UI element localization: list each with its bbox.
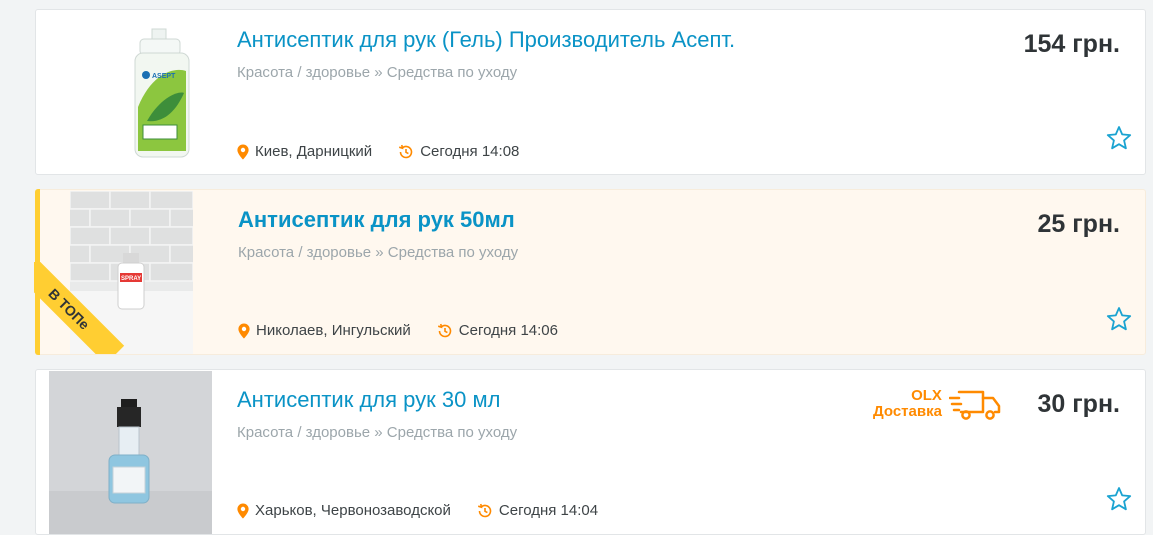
listing-time: Сегодня 14:04 — [498, 502, 599, 519]
map-pin-icon — [236, 144, 250, 160]
listing-card[interactable]: Антисептик для рук 30 мл Красота / здоро… — [35, 369, 1146, 535]
map-pin-icon — [237, 323, 251, 339]
listing-price: 154 грн. — [1023, 30, 1120, 58]
listing-category[interactable]: Красота / здоровье » Средства по уходу — [237, 64, 517, 81]
listing-meta: Николаев, Ингульский Сегодня 14:06 — [237, 322, 558, 339]
favorite-star-icon[interactable] — [1106, 306, 1132, 332]
listing-title[interactable]: Антисептик для рук 30 мл — [237, 387, 500, 413]
listing-thumbnail[interactable] — [49, 371, 212, 534]
delivery-line-2: Доставка — [873, 403, 942, 420]
listing-time: Сегодня 14:06 — [458, 322, 558, 339]
delivery-truck-icon — [948, 386, 1003, 422]
listing-thumbnail[interactable]: SPRAY — [70, 191, 193, 354]
listing-location: Киев, Дарницкий — [255, 143, 373, 160]
listing-location: Николаев, Ингульский — [256, 322, 411, 339]
listing-meta: Харьков, Червонозаводской Сегодня 14:04 — [236, 502, 598, 519]
listing-title[interactable]: Антисептик для рук (Гель) Производитель … — [237, 27, 735, 53]
clock-history-icon — [398, 144, 414, 160]
listing-title[interactable]: Антисептик для рук 50мл — [238, 207, 515, 233]
listing-time: Сегодня 14:08 — [420, 143, 520, 160]
olx-delivery-badge: OLX Доставка — [873, 386, 1003, 422]
top-stripe — [35, 189, 40, 355]
clock-history-icon — [437, 323, 453, 339]
favorite-star-icon[interactable] — [1106, 486, 1132, 512]
listing-card[interactable]: ASEPT Антисептик для рук (Гель) Производ… — [35, 9, 1146, 175]
product-label: SPRAY — [121, 276, 141, 282]
map-pin-icon — [236, 503, 250, 519]
delivery-line-1: OLX — [911, 387, 942, 404]
listing-category[interactable]: Красота / здоровье » Средства по уходу — [237, 424, 517, 441]
listing-category[interactable]: Красота / здоровье » Средства по уходу — [238, 244, 518, 261]
listing-card-top[interactable]: SPRAY В ТОПе Антисептик для рук 50мл Кра… — [34, 189, 1146, 355]
clock-history-icon — [477, 503, 493, 519]
listing-price: 30 грн. — [1037, 390, 1120, 418]
product-label: ASEPT — [152, 73, 176, 80]
listing-thumbnail[interactable]: ASEPT — [72, 11, 223, 174]
listing-price: 25 грн. — [1037, 210, 1120, 238]
favorite-star-icon[interactable] — [1106, 125, 1132, 151]
listing-location: Харьков, Червонозаводской — [255, 502, 451, 519]
listing-meta: Киев, Дарницкий Сегодня 14:08 — [236, 143, 519, 160]
